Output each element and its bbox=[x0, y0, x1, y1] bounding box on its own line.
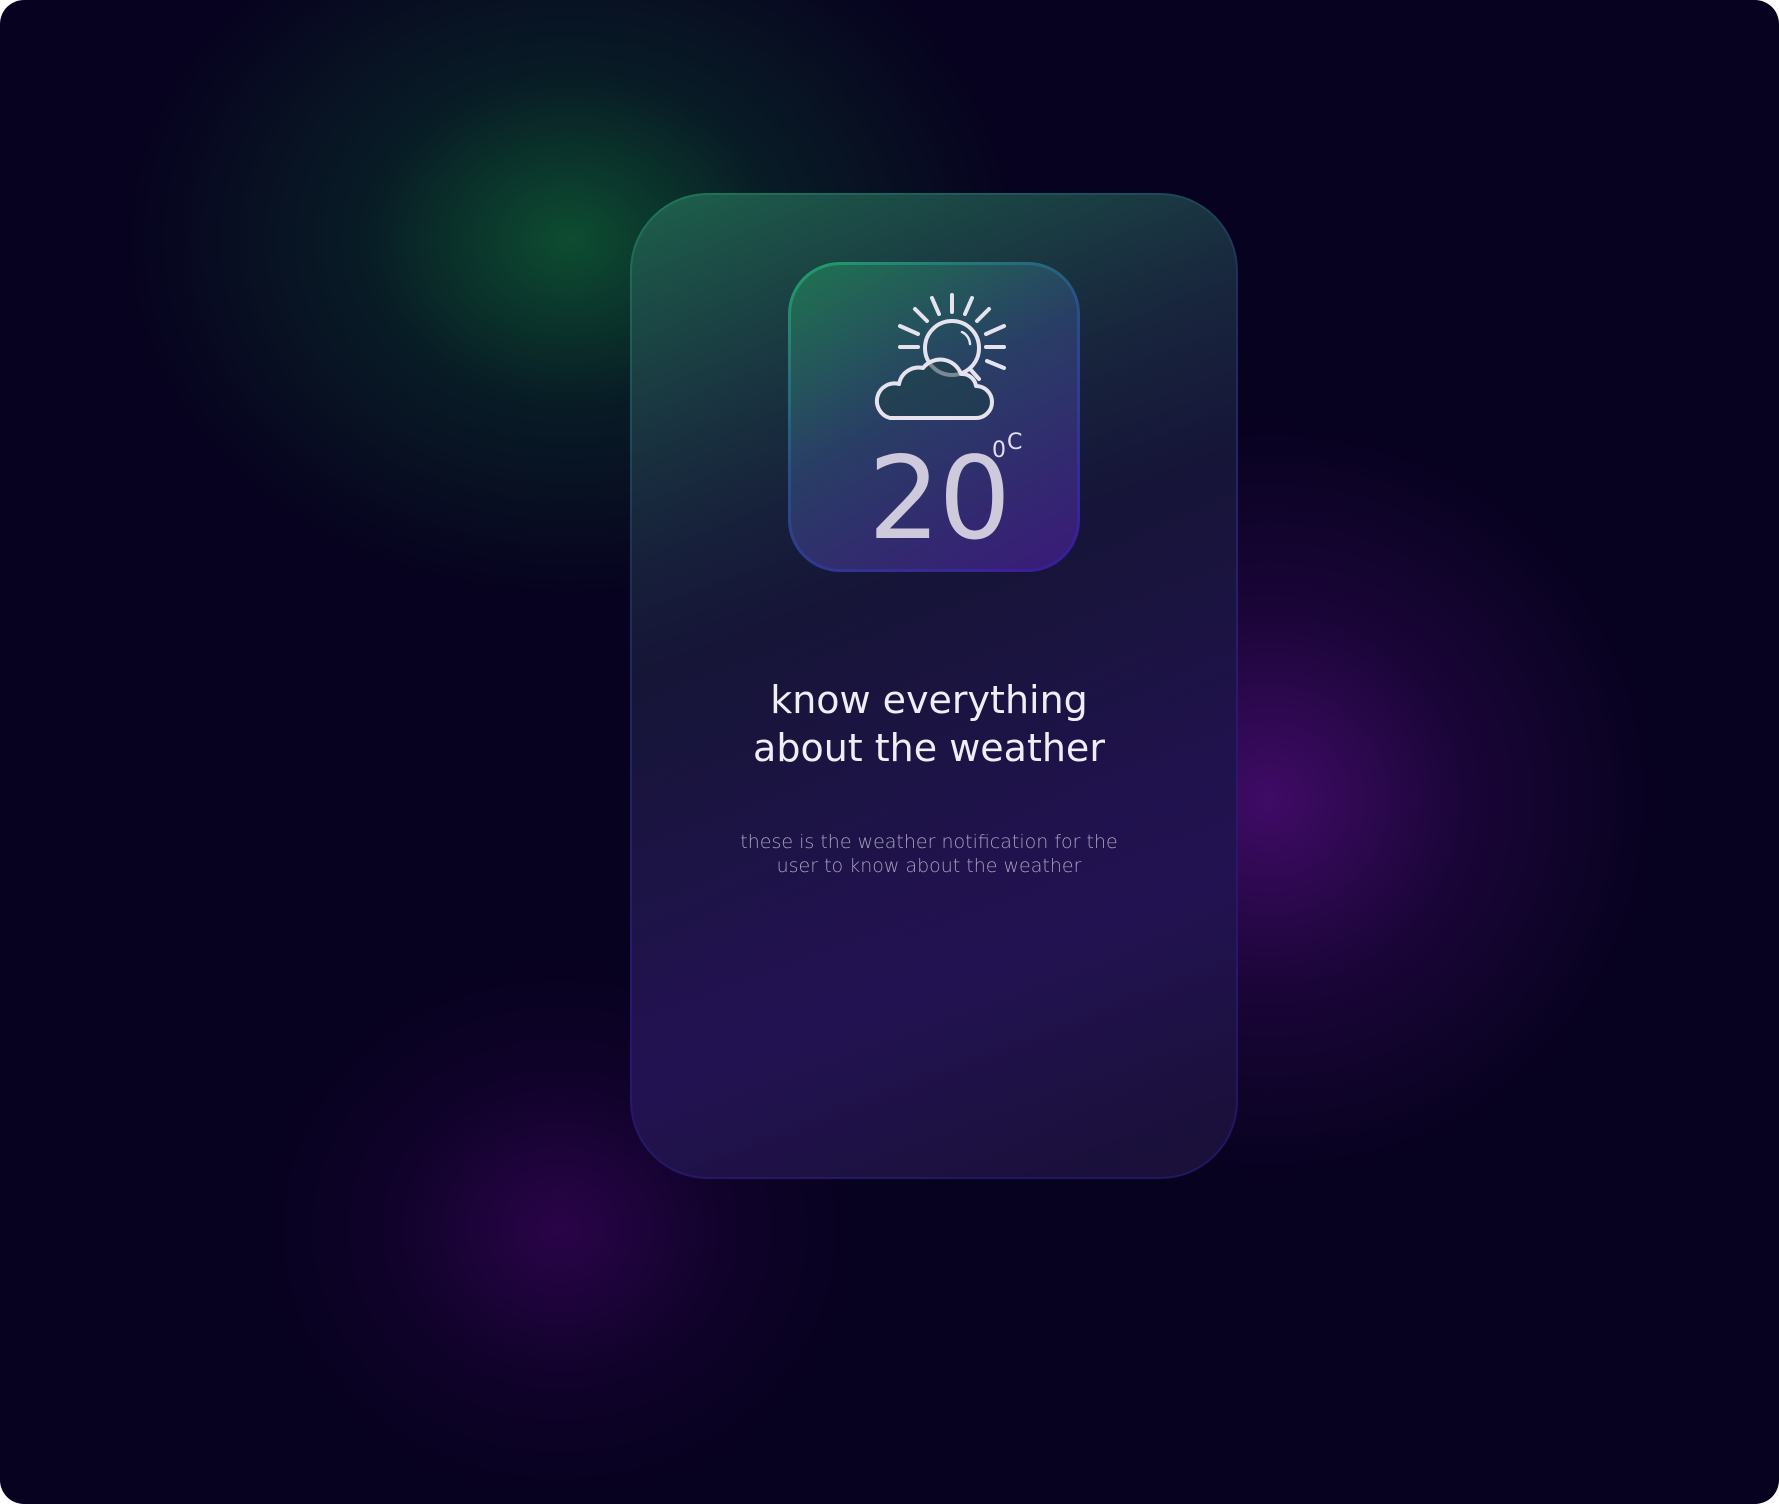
card-title: know everything about the weather bbox=[630, 676, 1228, 772]
degree-symbol: 0 bbox=[992, 438, 1007, 463]
temperature-value: 20 bbox=[868, 432, 1011, 565]
partly-cloudy-sun-icon bbox=[874, 293, 1006, 420]
title-line-2: about the weather bbox=[753, 726, 1105, 770]
app-canvas: 20 0C know everything about the weather … bbox=[0, 0, 1779, 1504]
card-description: these is the weather notification for th… bbox=[630, 830, 1228, 878]
unit-scale: C bbox=[1007, 430, 1024, 455]
title-line-1: know everything bbox=[770, 678, 1088, 722]
description-line-1: these is the weather notification for th… bbox=[740, 831, 1118, 853]
description-line-2: user to know about the weather bbox=[776, 855, 1082, 877]
temperature-unit: 0C bbox=[992, 430, 1024, 463]
